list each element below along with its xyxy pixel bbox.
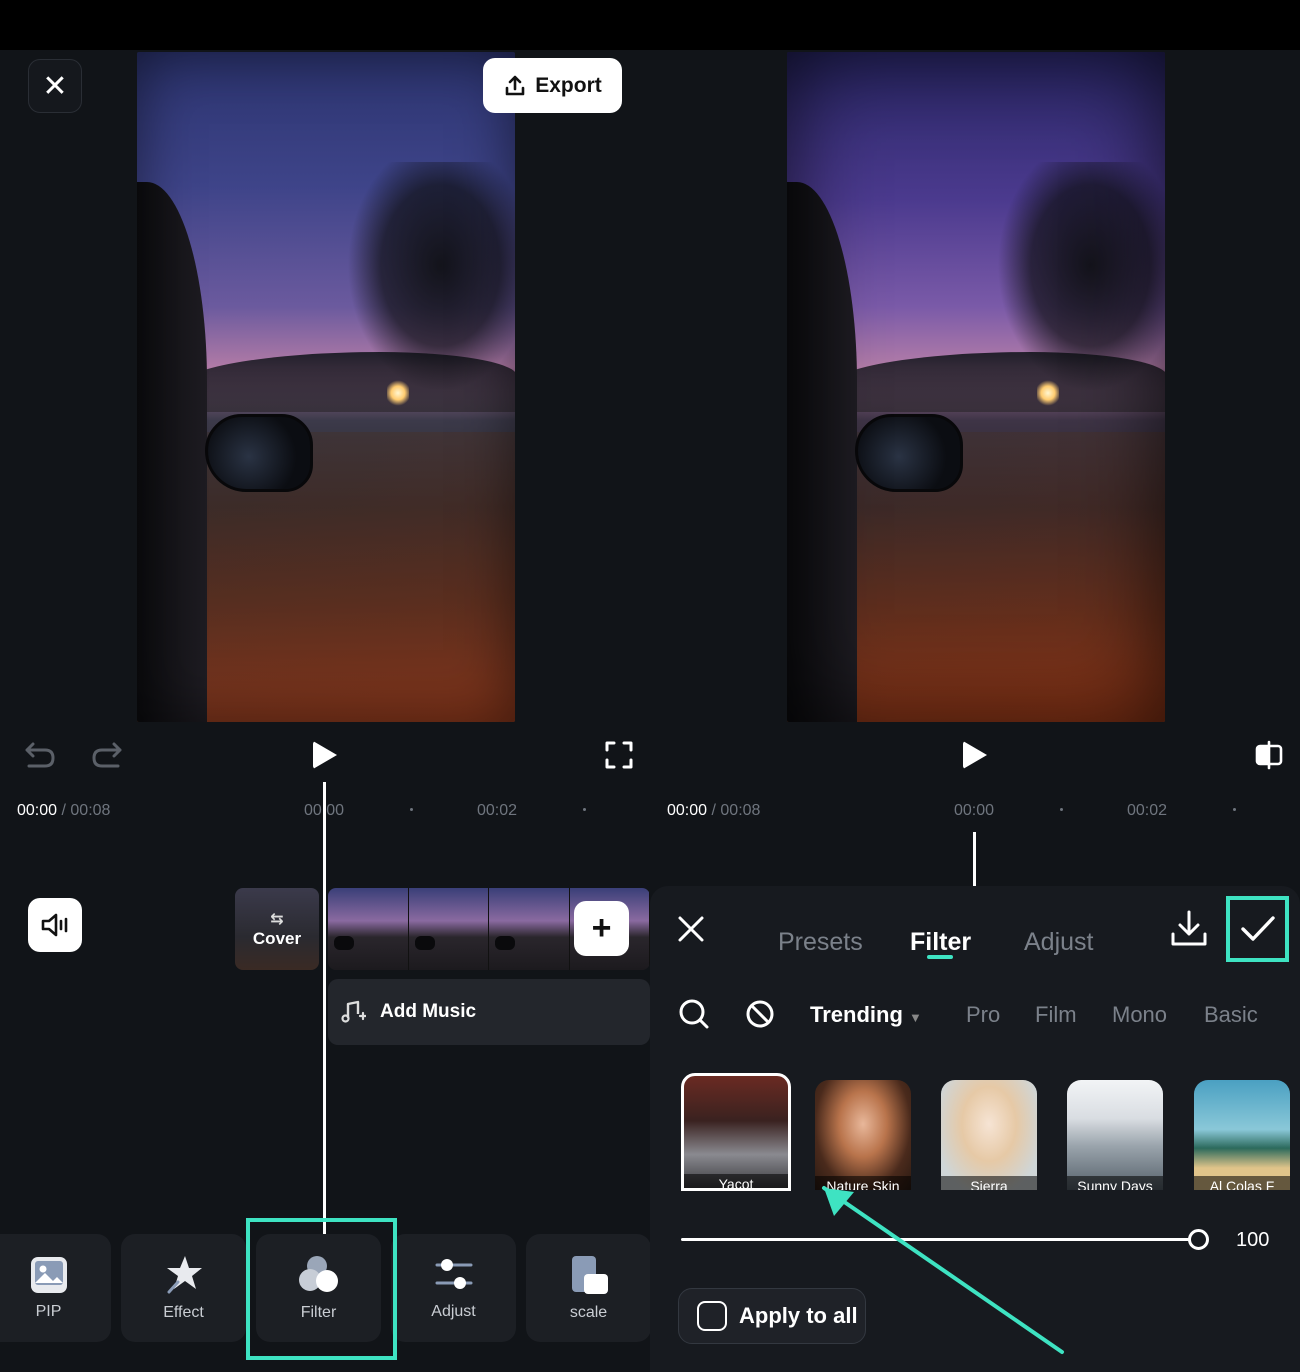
tool-effect[interactable]: Effect [121, 1234, 246, 1342]
ruler-tick: 00:02 [477, 802, 518, 819]
speaker-icon [41, 913, 68, 937]
total-time: / 00:08 [61, 802, 111, 819]
swap-icon: ⇆ [270, 911, 284, 928]
redo-button[interactable] [89, 740, 125, 770]
filter-thumb[interactable]: Yacot [681, 1073, 791, 1191]
pip-icon [30, 1257, 67, 1293]
intensity-value: 100 [1236, 1229, 1270, 1251]
annotation-arrow [822, 1186, 1064, 1354]
filter-highlight [246, 1218, 397, 1360]
checkmark-icon [1240, 916, 1275, 941]
filter-thumb[interactable]: Sierra [941, 1080, 1037, 1190]
category-pro[interactable]: Pro [966, 1002, 1000, 1028]
tab-presets[interactable]: Presets [778, 928, 863, 957]
playhead[interactable] [323, 782, 326, 1252]
filter-thumb[interactable]: Sunny Days [1067, 1080, 1163, 1190]
play-button[interactable] [960, 740, 990, 770]
time-display: 00:00 / 00:08 [17, 802, 110, 820]
scale-icon [571, 1256, 608, 1294]
video-preview[interactable] [137, 52, 515, 722]
confirm-button[interactable] [1226, 896, 1289, 962]
category-mono[interactable]: Mono [1112, 1002, 1167, 1028]
download-button[interactable] [1168, 908, 1210, 950]
filter-thumb[interactable]: Nature Skin [815, 1080, 911, 1190]
close-button[interactable]: ✕ [28, 59, 82, 113]
add-music-button[interactable]: Add Music [328, 979, 650, 1045]
compare-icon [1255, 740, 1283, 770]
fullscreen-icon [605, 741, 633, 769]
video-preview-filtered[interactable] [787, 52, 1165, 722]
upload-icon [505, 75, 525, 95]
audio-toggle-button[interactable] [28, 898, 82, 952]
filter-thumb[interactable]: Al Colas F [1194, 1080, 1290, 1190]
adjust-icon [435, 1259, 472, 1289]
playhead[interactable] [973, 832, 976, 888]
filter-name: Al Colas F [1194, 1176, 1290, 1190]
tool-label: Adjust [431, 1303, 476, 1320]
play-button[interactable] [310, 740, 340, 770]
ruler-tick: 00:02 [1127, 802, 1168, 819]
cover-button[interactable]: ⇆ Cover [235, 888, 319, 970]
cover-label: Cover [252, 929, 302, 948]
intensity-slider-handle[interactable] [1188, 1229, 1209, 1250]
search-icon [679, 999, 709, 1029]
search-button[interactable] [678, 998, 710, 1030]
total-time: / 00:08 [711, 802, 761, 819]
ban-icon [746, 1000, 774, 1028]
play-icon [313, 741, 337, 769]
current-time: 00:00 [667, 802, 708, 819]
tool-pip[interactable]: PIP [0, 1234, 111, 1342]
download-icon [1171, 910, 1207, 946]
tab-adjust[interactable]: Adjust [1024, 928, 1093, 957]
filter-name: Sunny Days [1067, 1176, 1163, 1190]
time-display: 00:00 / 00:08 [667, 802, 760, 820]
checkbox[interactable] [697, 1301, 727, 1331]
undo-button[interactable] [22, 740, 58, 770]
dropdown-caret-icon: ▼ [909, 1010, 922, 1025]
filter-name: Yacot [684, 1174, 788, 1188]
undo-icon [25, 742, 55, 768]
category-label: Trending [810, 1002, 903, 1027]
close-icon [678, 916, 704, 942]
close-filter-button[interactable] [676, 914, 706, 944]
add-music-label: Add Music [380, 1001, 477, 1022]
tool-scale[interactable]: scale [526, 1234, 650, 1342]
tool-label: PIP [35, 1303, 62, 1320]
tool-label: Effect [163, 1304, 204, 1321]
active-tab-indicator [927, 955, 953, 959]
fullscreen-button[interactable] [602, 740, 636, 770]
export-label: Export [535, 73, 602, 97]
close-icon: ✕ [42, 69, 68, 103]
category-basic[interactable]: Basic [1204, 1002, 1258, 1028]
tool-label: scale [569, 1304, 608, 1321]
ruler-tick: 00:00 [954, 802, 995, 819]
no-filter-button[interactable] [744, 998, 776, 1030]
add-clip-button[interactable]: + [574, 901, 629, 956]
plus-icon: + [591, 909, 612, 947]
editor-panel-right: 00:00 / 00:08 00:00 00:02 Presets Filter… [650, 50, 1300, 1372]
tool-adjust[interactable]: Adjust [391, 1234, 516, 1342]
redo-icon [92, 742, 122, 768]
play-icon [963, 741, 987, 769]
category-film[interactable]: Film [1035, 1002, 1077, 1028]
music-note-icon [341, 1000, 366, 1023]
category-trending[interactable]: Trending ▼ [810, 1002, 922, 1028]
editor-panel-left: ✕ Export 00:00 / 00:08 00:00 00:02 ⇆ Cov… [0, 50, 650, 1372]
tab-filter[interactable]: Filter [910, 928, 971, 957]
export-button[interactable]: Export [483, 58, 622, 113]
current-time: 00:00 [17, 802, 58, 819]
status-bar [0, 0, 1300, 50]
effect-icon [166, 1256, 202, 1294]
compare-button[interactable] [1252, 740, 1286, 770]
